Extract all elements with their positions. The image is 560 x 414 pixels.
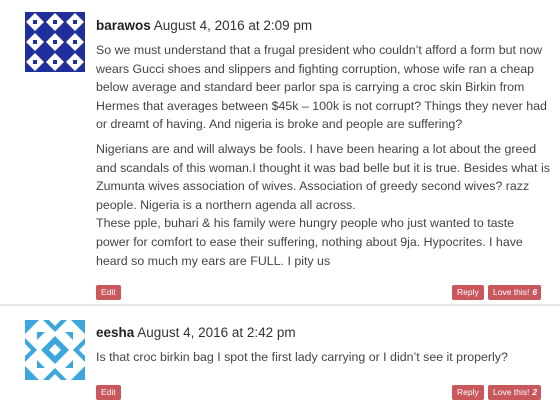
- comment: barawos August 4, 2016 at 2:09 pm So we …: [0, 0, 560, 306]
- love-count: 6: [532, 287, 538, 297]
- avatar[interactable]: [25, 12, 85, 72]
- comment-paragraph: Is that croc birkin bag I spot the first…: [96, 350, 508, 364]
- comment-paragraph: These pple, buhari & his family were hun…: [96, 216, 523, 268]
- comment-divider: [0, 304, 560, 306]
- comment-paragraph: So we must understand that a frugal pres…: [96, 43, 547, 132]
- comment-author[interactable]: eesha: [96, 325, 134, 340]
- reply-button[interactable]: Reply: [452, 385, 484, 400]
- love-label: Love this!: [493, 387, 530, 397]
- reply-button[interactable]: Reply: [452, 285, 484, 300]
- comment-body: Is that croc birkin bag I spot the first…: [96, 348, 551, 367]
- avatar[interactable]: [25, 320, 85, 380]
- comment-body: So we must understand that a frugal pres…: [96, 41, 551, 270]
- edit-button[interactable]: Edit: [96, 385, 121, 400]
- comment-date[interactable]: August 4, 2016 at 2:09 pm: [154, 18, 312, 33]
- love-count: 2: [532, 387, 538, 397]
- comment-date[interactable]: August 4, 2016 at 2:42 pm: [137, 325, 295, 340]
- love-this-button[interactable]: Love this! 2: [488, 385, 542, 400]
- love-this-button[interactable]: Love this! 6: [488, 285, 542, 300]
- love-label: Love this!: [493, 287, 530, 297]
- comment-header: eesha August 4, 2016 at 2:42 pm: [96, 325, 296, 340]
- comment: eesha August 4, 2016 at 2:42 pm Is that …: [0, 309, 560, 414]
- comment-header: barawos August 4, 2016 at 2:09 pm: [96, 18, 312, 33]
- edit-button[interactable]: Edit: [96, 285, 121, 300]
- comment-author[interactable]: barawos: [96, 18, 151, 33]
- comment-paragraph: Nigerians are and will always be fools. …: [96, 141, 550, 212]
